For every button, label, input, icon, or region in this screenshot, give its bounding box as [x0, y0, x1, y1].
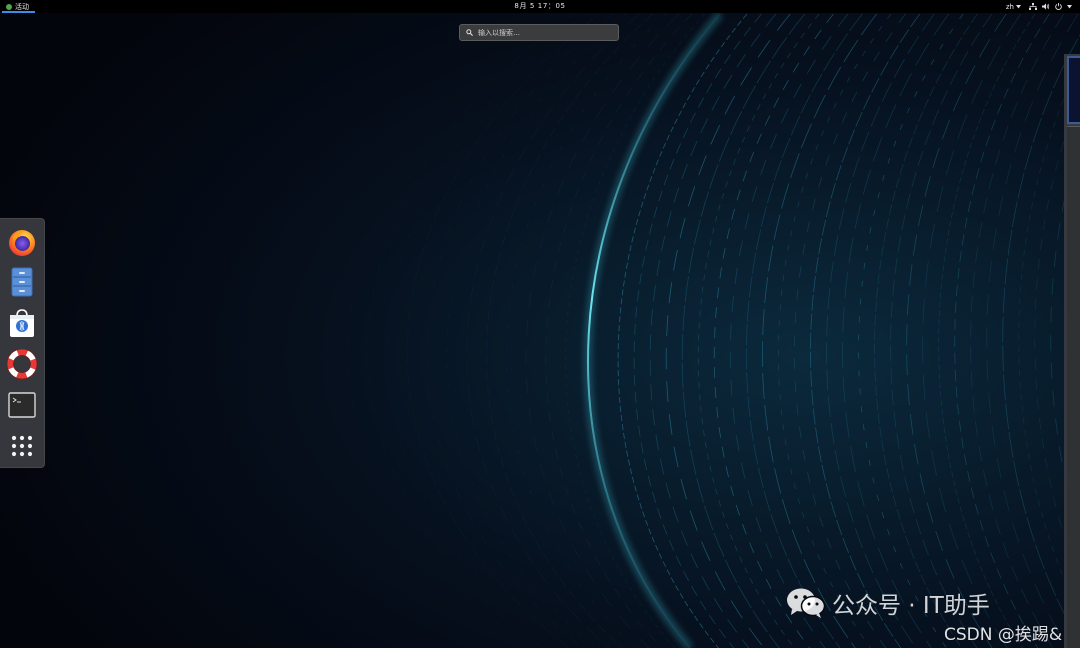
show-apps-icon	[11, 435, 33, 457]
search-box[interactable]	[459, 24, 619, 41]
workspace-thumbnail[interactable]	[1067, 126, 1080, 648]
clock[interactable]: 8月 5 17：05	[514, 2, 565, 10]
dash-item-terminal[interactable]	[6, 389, 38, 421]
search-icon	[466, 29, 473, 36]
help-icon	[7, 349, 37, 379]
search-input[interactable]	[478, 28, 608, 37]
workspace-switcher	[1064, 54, 1080, 648]
watermark: 公众号 · IT助手	[786, 586, 990, 620]
system-menu[interactable]	[1029, 3, 1072, 10]
watermark-text: 公众号 · IT助手	[832, 593, 990, 619]
files-icon	[11, 267, 33, 297]
top-bar: 活动 8月 5 17：05 zh	[0, 0, 1080, 13]
language-label: zh	[1005, 2, 1014, 11]
network-icon	[1029, 3, 1037, 10]
chevron-down-icon	[1067, 4, 1072, 8]
terminal-icon	[8, 392, 36, 418]
power-icon	[1055, 3, 1062, 10]
volume-icon	[1042, 3, 1050, 10]
dash-item-files[interactable]	[6, 266, 38, 298]
dash	[0, 218, 45, 468]
dash-item-help[interactable]	[6, 348, 38, 380]
csdn-watermark: CSDN @挨踢&	[944, 625, 1063, 645]
show-applications-button[interactable]	[6, 430, 38, 462]
chevron-down-icon	[1016, 4, 1021, 8]
dash-item-firefox[interactable]	[6, 226, 38, 258]
firefox-icon	[9, 230, 35, 256]
wechat-icon	[787, 588, 826, 618]
desktop-wallpaper	[0, 0, 1080, 648]
dash-item-software[interactable]	[6, 307, 38, 339]
clock-container: 8月 5 17：05	[0, 0, 1080, 13]
software-icon	[10, 309, 34, 337]
language-menu[interactable]: zh	[1006, 3, 1021, 11]
workspace-thumbnail-active[interactable]	[1067, 56, 1080, 124]
system-tray: zh	[1006, 0, 1072, 13]
